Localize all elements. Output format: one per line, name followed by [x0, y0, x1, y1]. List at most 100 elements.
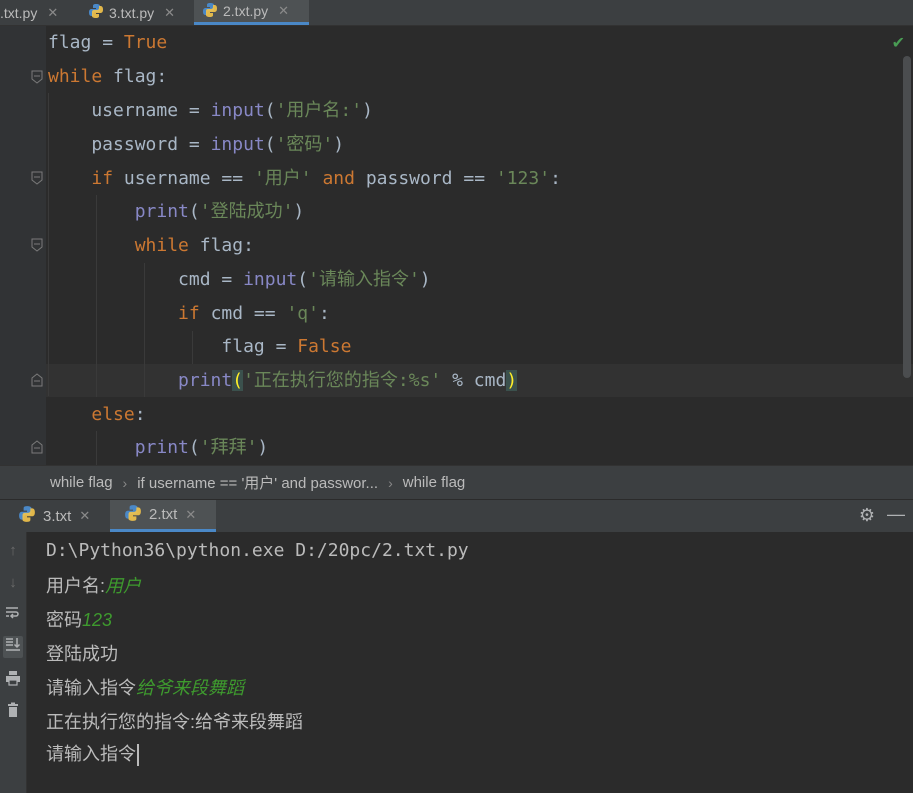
- code-token: '用户名:': [275, 100, 363, 121]
- console-prompt: 请输入指令: [46, 678, 136, 698]
- code-token: print: [134, 201, 189, 222]
- code-token: :: [550, 168, 561, 189]
- console-line-username: 用户名:用户: [46, 572, 141, 598]
- console-line-password: 密码123: [46, 606, 112, 632]
- code-token: input: [243, 269, 298, 290]
- code-token: input: [210, 100, 265, 121]
- code-line-1: flag = True: [48, 26, 167, 59]
- code-token: '拜拜': [199, 437, 258, 458]
- console-user-input: 给爷来段舞蹈: [136, 678, 244, 698]
- code-token: while: [48, 66, 103, 87]
- code-line-12: else:: [48, 398, 146, 431]
- close-icon[interactable]: ✕: [164, 5, 175, 21]
- close-icon[interactable]: ✕: [278, 3, 289, 19]
- close-icon[interactable]: ✕: [79, 508, 90, 524]
- run-tab-2-txt[interactable]: 2.txt ✕: [110, 500, 216, 532]
- console-line-executing: 正在执行您的指令:给爷来段舞蹈: [46, 712, 303, 732]
- code-line-3: username = input('用户名:'): [48, 94, 373, 127]
- breadcrumb-item-while-flag[interactable]: while flag: [50, 474, 113, 491]
- fold-marker-icon[interactable]: [31, 70, 43, 84]
- code-token: False: [297, 336, 352, 357]
- code-token: password ==: [354, 168, 496, 189]
- fold-end-marker-icon[interactable]: [31, 373, 43, 387]
- console-user-input: 123: [82, 610, 113, 630]
- console-line-command-input: 请输入指令给爷来段舞蹈: [46, 674, 244, 700]
- run-console[interactable]: D:\Python36\python.exe D:/20pc/2.txt.py …: [27, 532, 913, 793]
- code-token: :: [134, 404, 146, 425]
- code-token: cmd ==: [199, 303, 287, 324]
- check-icon[interactable]: ✔: [892, 33, 905, 53]
- code-token: input: [210, 134, 265, 155]
- fold-marker-icon[interactable]: [31, 238, 43, 252]
- code-token: ): [257, 437, 269, 458]
- python-run-icon: [124, 504, 142, 526]
- code-token: flag: [48, 32, 92, 53]
- python-run-icon: [18, 505, 36, 527]
- code-token: else: [91, 404, 135, 425]
- console-prompt: 用户名:: [46, 576, 106, 596]
- code-line-4: password = input('密码'): [48, 128, 344, 161]
- code-token: % cmd: [441, 370, 507, 391]
- code-line-8: cmd = input('请输入指令'): [48, 263, 431, 296]
- editor-tab-label: .txt.py: [0, 4, 38, 21]
- code-token: flag =: [48, 336, 298, 357]
- code-line-7: while flag:: [48, 229, 254, 262]
- close-icon[interactable]: ✕: [47, 5, 58, 21]
- soft-wrap-icon[interactable]: [3, 604, 23, 626]
- arrow-up-icon[interactable]: ↑: [3, 540, 23, 562]
- code-token: (: [188, 201, 200, 222]
- close-icon[interactable]: ✕: [185, 507, 196, 523]
- fold-end-marker-icon[interactable]: [31, 440, 43, 454]
- code-token: ): [293, 201, 305, 222]
- editor-tab-label: 2.txt.py: [223, 3, 269, 19]
- editor-tab-3-txt[interactable]: 3.txt.py ✕: [80, 0, 190, 25]
- editor-tab-txt[interactable]: .txt.py ✕: [0, 0, 74, 25]
- code-token: ): [419, 269, 431, 290]
- code-line-10: flag = False: [48, 330, 351, 363]
- code-token: 'q': [286, 303, 319, 324]
- code-editor[interactable]: flag = True while flag: username = input…: [0, 26, 913, 465]
- minimize-icon[interactable]: —: [887, 504, 905, 525]
- code-token: '请输入指令': [308, 269, 420, 290]
- code-token: (: [264, 100, 276, 121]
- code-token: True: [123, 32, 168, 53]
- console-toolbar: ↑ ↓: [0, 532, 27, 793]
- run-tab-bar: 3.txt ✕ 2.txt ✕ ⚙ —: [0, 499, 913, 533]
- matched-bracket: (: [232, 370, 244, 391]
- fold-marker-icon[interactable]: [31, 171, 43, 185]
- console-line-prompt-active[interactable]: 请输入指令: [46, 740, 139, 767]
- code-token: cmd =: [48, 269, 244, 290]
- code-line-6: print('登陆成功'): [48, 195, 305, 228]
- breadcrumb-item-while-flag-inner[interactable]: while flag: [403, 474, 466, 491]
- code-line-2: while flag:: [48, 60, 167, 93]
- console-user-input: 用户: [105, 576, 142, 596]
- editor-tab-2-txt[interactable]: 2.txt.py ✕: [194, 0, 309, 25]
- text-caret: [137, 744, 139, 767]
- code-line-5: if username == '用户' and password == '123…: [48, 162, 561, 195]
- run-tab-3-txt[interactable]: 3.txt ✕: [18, 500, 108, 532]
- code-token: while: [134, 235, 189, 256]
- console-line-login-success: 登陆成功: [46, 644, 118, 664]
- printer-icon[interactable]: [3, 670, 23, 692]
- code-token: print: [134, 437, 189, 458]
- trash-icon[interactable]: [3, 702, 23, 724]
- code-token: password =: [48, 134, 211, 155]
- editor-scrollbar[interactable]: [903, 56, 911, 378]
- arrow-down-icon[interactable]: ↓: [3, 572, 23, 594]
- code-line-11: print('正在执行您的指令:%s' % cmd): [48, 364, 518, 397]
- code-token: '正在执行您的指令:%s': [243, 370, 442, 391]
- python-file-icon: [88, 3, 104, 22]
- gear-icon[interactable]: ⚙: [859, 505, 875, 526]
- breadcrumb-item-if-username[interactable]: if username == '用户' and passwor...: [137, 472, 378, 493]
- code-token: '密码': [275, 134, 334, 155]
- scroll-to-end-icon[interactable]: [3, 636, 23, 658]
- code-token: username ==: [113, 168, 254, 189]
- code-token: (: [188, 437, 200, 458]
- breadcrumb: while flag › if username == '用户' and pas…: [0, 465, 913, 499]
